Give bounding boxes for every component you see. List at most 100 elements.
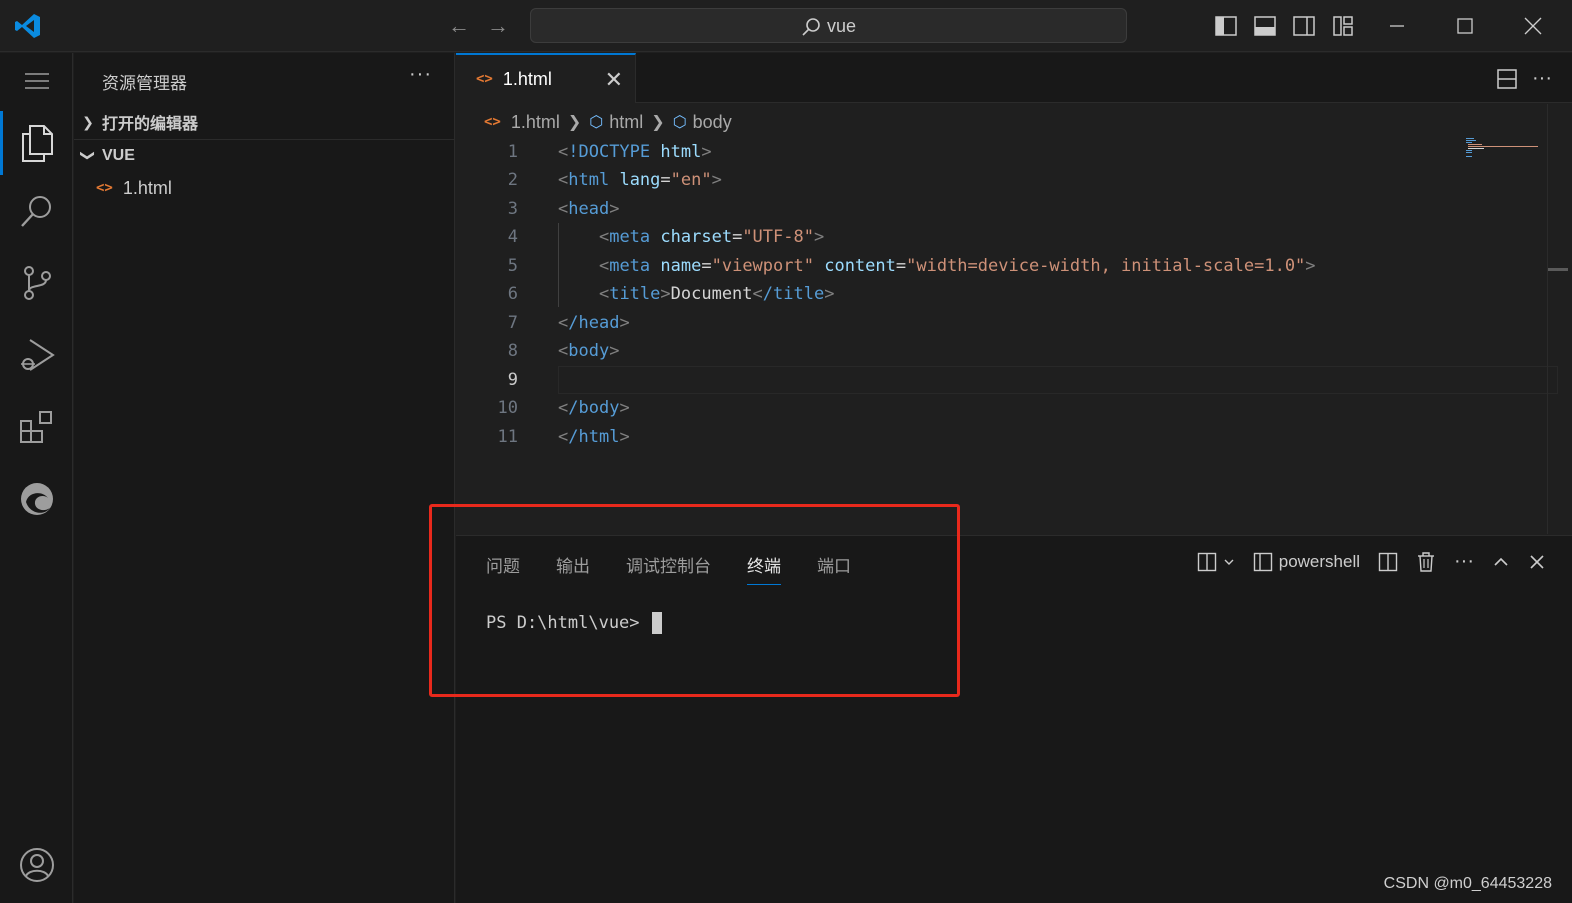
forward-arrow-icon: → [487, 13, 509, 38]
code-editor[interactable]: 1 <!DOCTYPE html> 2 <html lang="en"> 3 <… [456, 138, 1558, 498]
run-debug-icon [20, 339, 55, 371]
terminal-panel-icon [1253, 552, 1272, 571]
tag-token: /title [762, 284, 825, 304]
toggle-secondary-sidebar-icon[interactable] [1292, 14, 1316, 38]
split-terminal-icon[interactable] [1378, 552, 1398, 572]
scrollbar-thumb[interactable] [1548, 268, 1568, 271]
toggle-primary-sidebar-icon[interactable] [1214, 14, 1238, 38]
attr-token: content [824, 256, 896, 276]
editor-more-button[interactable]: ··· [1532, 67, 1552, 90]
toggle-panel-icon[interactable] [1253, 14, 1277, 38]
edge-devtools-button[interactable] [0, 471, 73, 527]
line-number: 6 [507, 284, 518, 304]
code-line: 1 <!DOCTYPE html> [456, 138, 1556, 166]
customize-layout-icon[interactable] [1331, 14, 1355, 38]
extensions-icon [19, 411, 52, 443]
line-number: 5 [507, 256, 518, 276]
text-token: Document [670, 284, 753, 304]
chevron-up-icon[interactable] [1492, 553, 1510, 571]
tag-token: /html [568, 427, 620, 447]
split-editor-icon[interactable] [1496, 68, 1518, 90]
watermark: CSDN @m0_64453228 [1383, 875, 1552, 892]
close-tab-icon[interactable]: ✕ [605, 67, 623, 93]
minimap[interactable] [1462, 136, 1542, 166]
line-number: 8 [507, 341, 518, 361]
editor-tab-bar: <> 1.html ✕ ··· [456, 53, 1572, 103]
tab-1html[interactable]: <> 1.html ✕ [456, 53, 636, 103]
editor-scrollbar-track[interactable] [1547, 104, 1548, 534]
string-token: "en" [670, 170, 712, 190]
code-line: 11 </html> [456, 423, 1556, 451]
trash-icon[interactable] [1416, 551, 1436, 573]
line-number: 7 [507, 313, 518, 333]
minimize-icon[interactable] [1384, 13, 1410, 39]
tab-label: 1.html [502, 68, 552, 89]
back-arrow-icon: ← [448, 13, 470, 38]
forward-button[interactable]: → [485, 14, 511, 38]
terminal-instance-powershell[interactable]: powershell [1253, 552, 1360, 572]
code-line: 6 <title>Document</title> [456, 280, 1556, 308]
title-bar: ← → vue [0, 0, 1572, 52]
tag-token: meta [609, 256, 651, 276]
tag-token: head [568, 199, 610, 219]
menu-button[interactable] [0, 53, 73, 109]
source-control-view-button[interactable] [0, 255, 73, 311]
doctype-token: !DOCTYPE [568, 142, 651, 162]
maximize-icon[interactable] [1452, 13, 1478, 39]
close-window-icon[interactable] [1520, 13, 1546, 39]
tag-token: meta [609, 227, 651, 247]
breadcrumb-body[interactable]: body [693, 112, 732, 133]
breadcrumb-html[interactable]: html [609, 112, 643, 133]
highlight-annotation [429, 504, 960, 697]
chevron-right-icon: ❯ [567, 114, 582, 131]
new-terminal-dropdown[interactable] [1197, 552, 1235, 572]
element-cube-icon: ⬡ [672, 114, 687, 131]
chevron-right-icon: ❯ [82, 113, 94, 130]
line-number: 9 [507, 370, 518, 390]
active-indicator [0, 111, 3, 175]
file-item-1html[interactable]: <> 1.html [74, 173, 454, 203]
edge-icon [20, 483, 53, 515]
accounts-button[interactable] [0, 837, 73, 893]
attr-token: name [660, 256, 702, 276]
tag-token: /body [568, 398, 620, 418]
vscode-logo-icon [15, 14, 40, 38]
close-panel-icon[interactable] [1528, 553, 1546, 571]
account-icon [19, 848, 54, 882]
split-terminal-icon [1197, 552, 1216, 571]
html-file-icon: <> [476, 71, 493, 87]
files-icon [21, 125, 53, 162]
line-number: 10 [497, 398, 518, 418]
explorer-sidebar: 资源管理器 ··· ❯ 打开的编辑器 ❯ VUE <> 1.html [74, 53, 455, 903]
folder-section-vue[interactable]: ❯ VUE [74, 139, 454, 171]
back-button[interactable]: ← [446, 14, 472, 38]
command-center-search[interactable]: vue [530, 8, 1127, 43]
string-token: "width=device-width, initial-scale=1.0" [906, 256, 1306, 276]
string-token: "viewport" [711, 256, 814, 276]
folder-label: VUE [102, 146, 135, 164]
code-line: 10 </body> [456, 394, 1556, 422]
breadcrumb-file[interactable]: 1.html [511, 112, 560, 133]
attr-token: html [660, 142, 702, 162]
code-line: 5 <meta name="viewport" content="width=d… [456, 252, 1556, 280]
tag-token: /head [568, 313, 620, 333]
sidebar-more-button[interactable]: ··· [409, 63, 432, 86]
line-number: 11 [497, 427, 518, 447]
extensions-view-button[interactable] [0, 399, 73, 455]
menu-icon [24, 73, 49, 89]
tag-token: html [568, 170, 610, 190]
search-view-button[interactable] [0, 183, 73, 239]
tag-token: body [568, 341, 610, 361]
explorer-view-button[interactable] [0, 111, 73, 175]
line-number: 1 [507, 142, 518, 162]
string-token: "UTF-8" [742, 227, 814, 247]
search-icon [802, 17, 820, 36]
indent-guide [558, 223, 559, 307]
panel-actions: powershell ··· [1197, 550, 1546, 573]
panel-more-button[interactable]: ··· [1454, 550, 1474, 573]
open-editors-section[interactable]: ❯ 打开的编辑器 [74, 106, 454, 138]
chevron-right-icon: ❯ [651, 114, 665, 131]
run-debug-view-button[interactable] [0, 327, 73, 383]
html-file-icon: <> [96, 180, 113, 196]
line-number: 2 [507, 170, 518, 190]
